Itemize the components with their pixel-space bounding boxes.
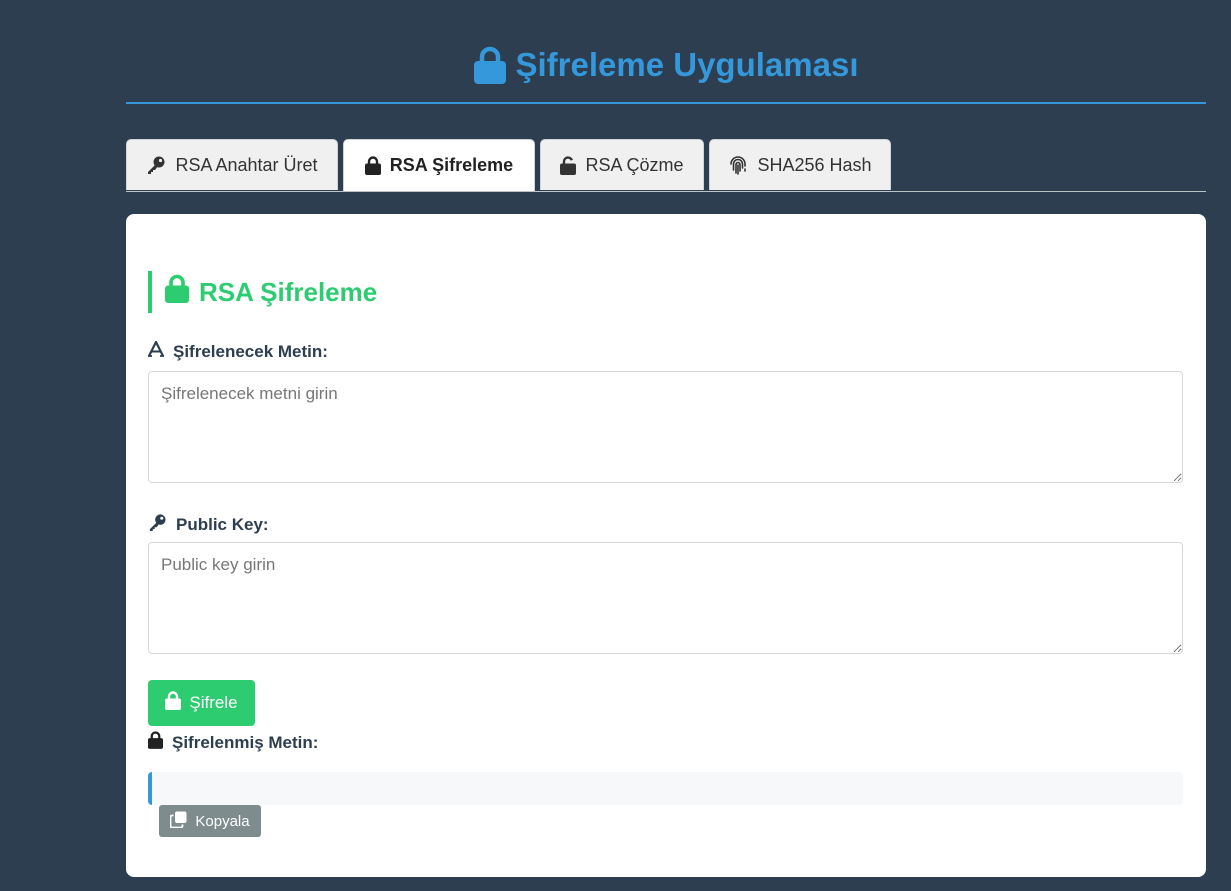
copy-button[interactable]: Kopyala — [159, 805, 261, 837]
encrypt-button-label: Şifrele — [189, 693, 238, 712]
encrypt-panel: RSA Şifreleme Şifrelenecek Metin: Public… — [126, 214, 1206, 877]
key-icon — [148, 513, 167, 537]
plaintext-label: Şifrelenecek Metin: — [148, 339, 328, 362]
publickey-label: Public Key: — [148, 513, 269, 537]
encrypt-button[interactable]: Şifrele — [148, 680, 255, 726]
font-icon — [148, 339, 164, 362]
tab-rsa-keygen[interactable]: RSA Anahtar Üret — [126, 139, 338, 190]
tab-rsa-decrypt[interactable]: RSA Çözme — [540, 139, 704, 190]
section-title-text: RSA Şifreleme — [199, 276, 378, 307]
plaintext-input[interactable] — [148, 371, 1183, 483]
tab-label: SHA256 Hash — [757, 154, 872, 175]
tab-label: RSA Şifreleme — [389, 155, 514, 175]
fingerprint-icon — [728, 155, 748, 175]
tab-sha256[interactable]: SHA256 Hash — [709, 139, 891, 190]
encrypted-output[interactable] — [148, 772, 1183, 805]
plaintext-label-text: Şifrelenecek Metin: — [173, 341, 328, 361]
key-icon — [146, 155, 166, 175]
unlock-icon — [560, 155, 577, 175]
app-title: Şifreleme Uygulaması — [515, 46, 859, 83]
lock-icon — [364, 156, 381, 175]
publickey-label-text: Public Key: — [176, 515, 269, 534]
lock-icon — [165, 691, 182, 715]
copy-icon — [169, 811, 187, 832]
tab-bar: RSA Anahtar Üret RSA Şifreleme RSA Çözme… — [126, 139, 1206, 192]
tab-label: RSA Anahtar Üret — [175, 154, 318, 175]
app-header: Şifreleme Uygulaması — [126, 36, 1206, 104]
lock-icon — [165, 274, 189, 310]
lock-icon — [473, 46, 506, 84]
tab-label: RSA Çözme — [585, 154, 684, 175]
output-label-text: Şifrelenmiş Metin: — [172, 732, 319, 752]
output-label: Şifrelenmiş Metin: — [148, 731, 318, 754]
copy-button-label: Kopyala — [195, 812, 250, 830]
section-title: RSA Şifreleme — [148, 271, 377, 313]
publickey-input[interactable] — [148, 542, 1183, 654]
tab-rsa-encrypt[interactable]: RSA Şifreleme — [343, 139, 535, 191]
lock-icon — [148, 731, 163, 754]
